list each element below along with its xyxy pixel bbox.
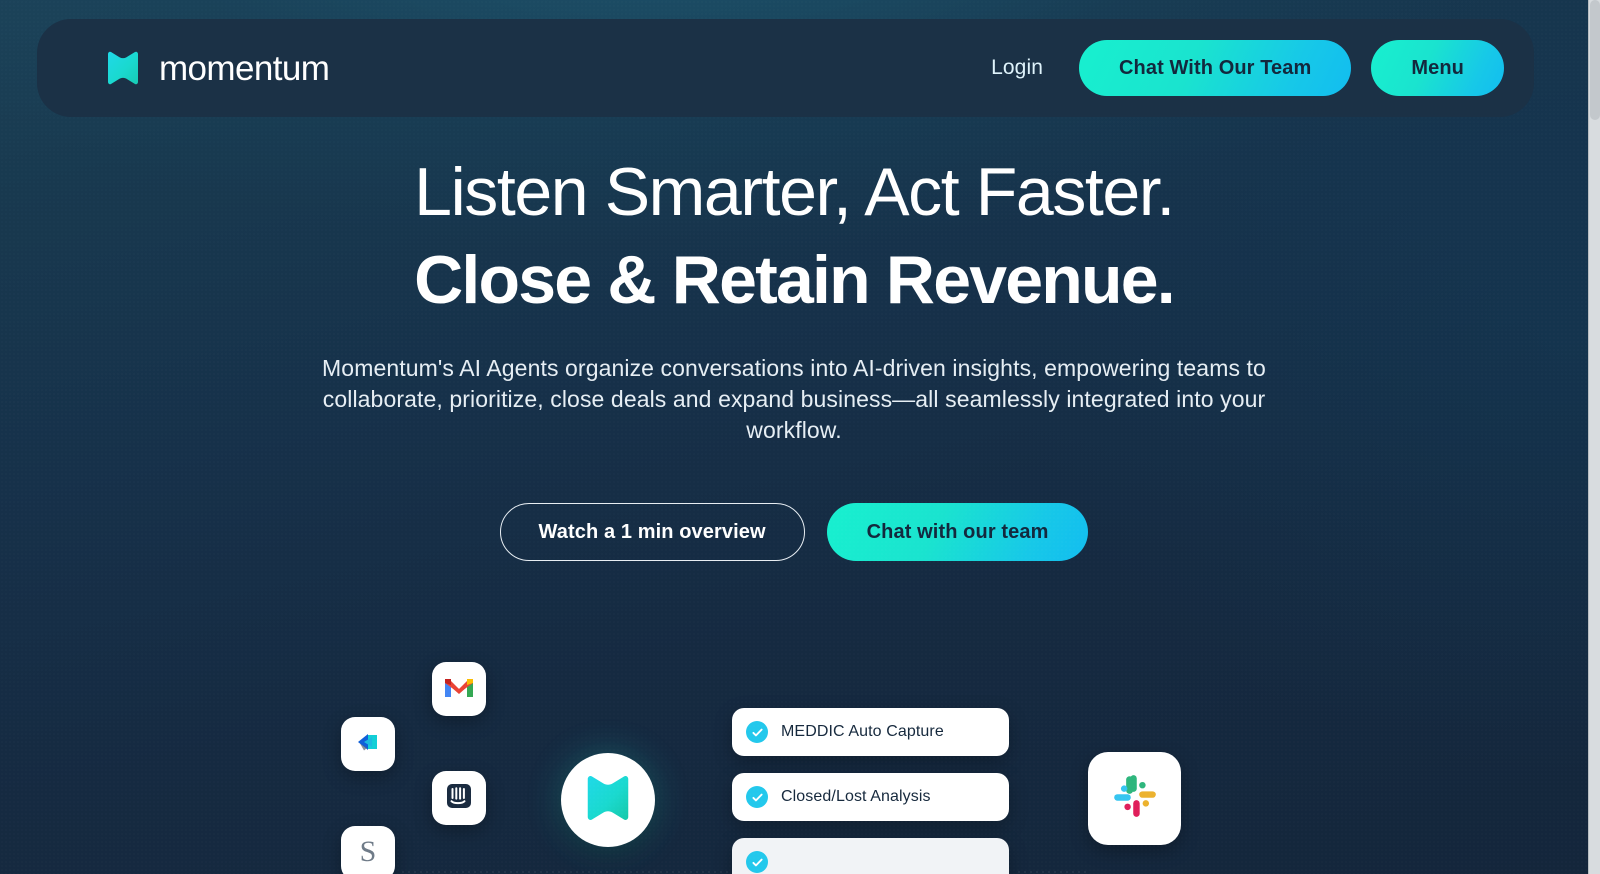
chat-with-our-team-button[interactable]: Chat with our team xyxy=(826,503,1089,561)
slack-icon xyxy=(1110,771,1160,826)
hero-cta-group: Watch a 1 min overview Chat with our tea… xyxy=(0,503,1588,561)
brand-logo-link[interactable]: momentum xyxy=(103,48,330,88)
nav-chat-with-our-team-button[interactable]: Chat With Our Team xyxy=(1079,40,1352,96)
connector-dots-left xyxy=(400,871,730,873)
integration-tile-intercom[interactable] xyxy=(432,771,486,825)
feature-card[interactable]: Closed/Lost Analysis xyxy=(732,773,1009,821)
integration-tile-gmail[interactable] xyxy=(432,662,486,716)
momentum-hub-logo xyxy=(561,753,655,847)
page-viewport: momentum Login Chat With Our Team Menu L… xyxy=(0,0,1588,874)
intercom-icon xyxy=(445,782,473,815)
check-circle-icon xyxy=(746,851,768,873)
check-circle-icon xyxy=(746,786,768,808)
nav-actions: Login Chat With Our Team Menu xyxy=(975,40,1504,96)
momentum-bowtie-logo-icon xyxy=(581,771,635,830)
hero-subheadline: Momentum's AI Agents organize conversati… xyxy=(322,355,1266,443)
integration-tile-salesforce[interactable]: S xyxy=(341,826,395,874)
momentum-bowtie-logo-icon xyxy=(103,48,143,88)
nav-menu-button[interactable]: Menu xyxy=(1371,40,1504,96)
page-root: momentum Login Chat With Our Team Menu L… xyxy=(0,0,1600,874)
svg-text:S: S xyxy=(360,835,377,868)
brand-name: momentum xyxy=(159,48,330,88)
feature-card[interactable]: MEDDIC Auto Capture xyxy=(732,708,1009,756)
top-navbar: momentum Login Chat With Our Team Menu xyxy=(37,19,1534,117)
page-title: Listen Smarter, Act Faster. Close & Reta… xyxy=(0,148,1588,324)
scrollbar-thumb[interactable] xyxy=(1590,0,1600,120)
login-link[interactable]: Login xyxy=(975,50,1059,86)
gmail-icon xyxy=(443,675,475,704)
vertical-scrollbar[interactable] xyxy=(1588,0,1600,874)
integration-tile-front[interactable] xyxy=(341,717,395,771)
feature-card-label: Closed/Lost Analysis xyxy=(781,788,931,805)
salesforce-s-icon: S xyxy=(354,834,382,873)
front-icon xyxy=(353,727,383,762)
headline-line-1: Listen Smarter, Act Faster. xyxy=(414,154,1175,230)
feature-card-label: MEDDIC Auto Capture xyxy=(781,723,944,740)
watch-overview-button[interactable]: Watch a 1 min overview xyxy=(499,503,805,561)
headline-line-2: Close & Retain Revenue. xyxy=(414,242,1176,318)
connector-dots-right xyxy=(1016,871,1086,873)
feature-card[interactable] xyxy=(732,838,1009,874)
integrations-scene: S MEDDIC Auto Capture Closed/Lost Analys… xyxy=(0,640,1588,874)
check-circle-icon xyxy=(746,721,768,743)
integration-tile-slack[interactable] xyxy=(1088,752,1181,845)
